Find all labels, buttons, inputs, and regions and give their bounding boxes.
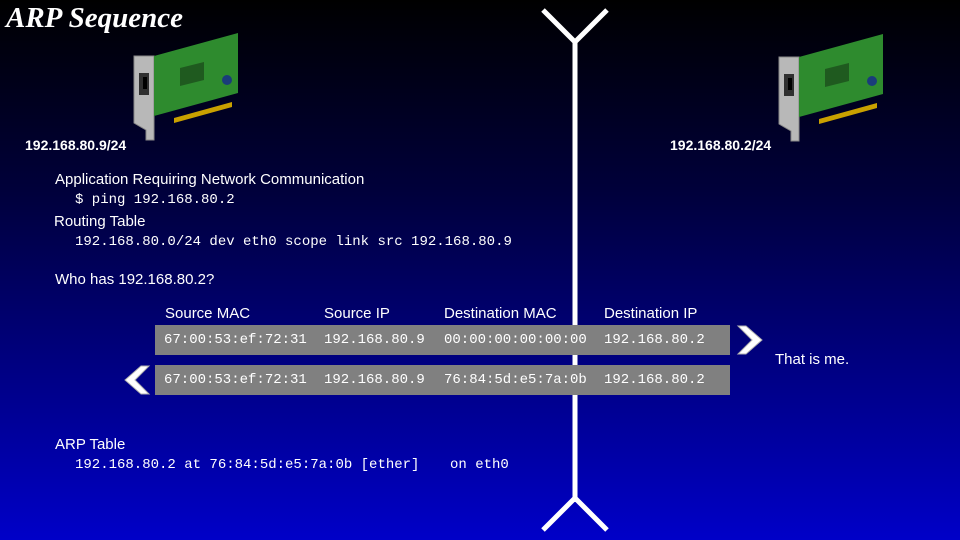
network-card-icon (133, 33, 238, 141)
header-source-ip: Source IP (324, 305, 390, 322)
request-destination-ip: 192.168.80.2 (604, 332, 705, 348)
request-source-mac: 67:00:53:ef:72:31 (164, 332, 307, 348)
header-destination-ip: Destination IP (604, 305, 698, 322)
reply-source-mac: 67:00:53:ef:72:31 (164, 372, 307, 388)
arp-table-entry: 192.168.80.2 at 76:84:5d:e5:7a:0b [ether… (75, 457, 420, 473)
app-heading: Application Requiring Network Communicat… (55, 171, 365, 188)
request-destination-mac: 00:00:00:00:00:00 (444, 332, 587, 348)
header-source-mac: Source MAC (165, 305, 251, 322)
network-divider (541, 8, 609, 532)
arp-reply-row: 67:00:53:ef:72:31 192.168.80.9 76:84:5d:… (155, 365, 730, 395)
routing-heading: Routing Table (54, 213, 146, 230)
reply-source-ip: 192.168.80.9 (324, 372, 425, 388)
arp-table-interface: on eth0 (450, 457, 509, 473)
network-card-icon (778, 34, 883, 142)
app-command: $ ping 192.168.80.2 (75, 192, 235, 208)
right-host-ip: 192.168.80.2/24 (670, 137, 772, 153)
reply-destination-mac: 76:84:5d:e5:7a:0b (444, 372, 587, 388)
reply-arrow-icon (124, 365, 151, 395)
reply-note: That is me. (775, 351, 850, 368)
who-has-query: Who has 192.168.80.2? (55, 271, 215, 288)
arp-request-row: 67:00:53:ef:72:31 192.168.80.9 00:00:00:… (155, 325, 730, 355)
request-arrow-icon (736, 325, 763, 355)
header-destination-mac: Destination MAC (444, 305, 557, 322)
routing-entry: 192.168.80.0/24 dev eth0 scope link src … (75, 234, 512, 250)
arp-table-heading: ARP Table (55, 436, 126, 453)
request-source-ip: 192.168.80.9 (324, 332, 425, 348)
reply-destination-ip: 192.168.80.2 (604, 372, 705, 388)
left-host-ip: 192.168.80.9/24 (25, 137, 127, 153)
